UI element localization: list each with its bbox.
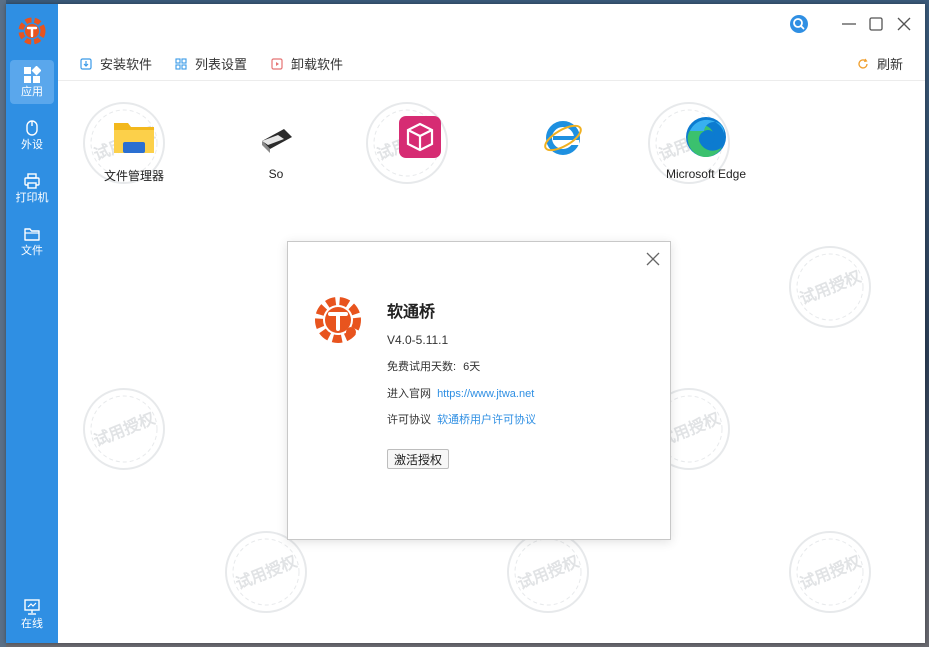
app-logo-icon xyxy=(18,17,46,45)
sidebar-item-label: 应用 xyxy=(21,86,43,98)
printer-icon xyxy=(24,173,40,189)
grid-icon xyxy=(175,57,187,70)
license-row: 许可协议 软通桥用户许可协议 xyxy=(387,411,536,427)
dialog-close-icon[interactable] xyxy=(646,252,660,266)
install-software-label: 安装软件 xyxy=(100,57,153,72)
website-row: 进入官网 https://www.jtwa.net xyxy=(387,385,534,401)
refresh-button[interactable]: 刷新 xyxy=(857,54,903,73)
app-label: So xyxy=(268,167,284,181)
website-label: 进入官网 xyxy=(387,388,431,400)
sidebar-item-printer[interactable]: 打印机 xyxy=(10,166,54,210)
maximize-icon[interactable] xyxy=(866,14,886,34)
package-icon xyxy=(399,116,441,158)
watermark-text: 试用授权 xyxy=(91,408,158,450)
sidebar-item-peripherals[interactable]: 外设 xyxy=(10,113,54,157)
install-software-button[interactable]: 安装软件 xyxy=(80,54,152,73)
license-label: 许可协议 xyxy=(387,414,431,426)
apps-icon xyxy=(24,66,41,83)
watermark-text: 试用授权 xyxy=(233,551,300,593)
watermark-text: 试用授权 xyxy=(515,551,582,593)
app-file-manager[interactable]: 文件管理器 xyxy=(79,115,189,184)
search-icon[interactable] xyxy=(789,14,809,34)
uninstall-icon xyxy=(271,57,283,70)
sidebar-item-label: 打印机 xyxy=(15,192,49,204)
file-manager-icon xyxy=(114,123,154,153)
about-dialog: 软通桥 V4.0-5.11.1 免费试用天数: 6天 进入官网 https://… xyxy=(287,241,671,540)
trial-watermark: 试用授权 xyxy=(789,531,871,613)
trial-watermark: 试用授权 xyxy=(83,388,165,470)
license-agreement-link[interactable]: 软通桥用户许可协议 xyxy=(437,414,536,426)
internet-explorer-icon xyxy=(544,121,582,155)
refresh-label: 刷新 xyxy=(877,57,904,72)
list-settings-label: 列表设置 xyxy=(195,57,248,72)
app-internet-explorer[interactable] xyxy=(508,115,618,167)
activate-license-button[interactable]: 激活授权 xyxy=(387,449,450,469)
sidebar-item-apps[interactable]: 应用 xyxy=(10,60,54,104)
trial-days-value: 6天 xyxy=(463,361,481,373)
app-grid: 试用授权 试用授权 试用授权 试用授权 试用授权 试用授权 文件管理器 So M… xyxy=(58,81,925,643)
website-link[interactable]: https://www.jtwa.net xyxy=(437,388,534,400)
watermark-text: 试用授权 xyxy=(797,551,864,593)
sidebar-item-label: 在线 xyxy=(21,618,43,630)
watermark-text: 试用授权 xyxy=(797,266,864,308)
dialog-title: 软通桥 xyxy=(387,304,436,321)
title-bar xyxy=(58,4,925,44)
app-package[interactable] xyxy=(365,115,475,167)
refresh-icon xyxy=(858,58,868,69)
app-window: 应用 外设 打印机 文件 在线 安装软件 列表设置 卸载软件 刷新 试用授权 试… xyxy=(6,4,925,643)
trial-days-label: 免费试用天数: xyxy=(387,361,457,373)
version-text: V4.0-5.11.1 xyxy=(387,333,449,347)
folder-icon xyxy=(24,228,40,241)
close-icon[interactable] xyxy=(894,14,914,34)
edge-icon xyxy=(686,117,726,157)
minimize-icon[interactable] xyxy=(839,14,859,34)
trial-days-row: 免费试用天数: 6天 xyxy=(387,358,480,374)
list-settings-button[interactable]: 列表设置 xyxy=(175,54,247,73)
app-scanner[interactable]: So xyxy=(221,115,331,181)
app-microsoft-edge[interactable]: Microsoft Edge xyxy=(651,115,761,181)
sidebar-item-label: 外设 xyxy=(21,139,43,151)
app-label: 文件管理器 xyxy=(103,169,164,183)
sidebar: 应用 外设 打印机 文件 在线 xyxy=(6,4,58,643)
product-logo-icon xyxy=(315,297,361,343)
uninstall-software-label: 卸载软件 xyxy=(291,57,344,72)
trial-watermark: 试用授权 xyxy=(789,246,871,328)
sidebar-item-online[interactable]: 在线 xyxy=(10,592,54,636)
sidebar-item-files[interactable]: 文件 xyxy=(10,219,54,263)
sidebar-item-label: 文件 xyxy=(21,245,43,257)
mouse-icon xyxy=(26,120,38,136)
install-icon xyxy=(80,57,92,70)
scanner-icon xyxy=(262,129,292,153)
monitor-icon xyxy=(24,599,40,615)
toolbar: 安装软件 列表设置 卸载软件 刷新 xyxy=(58,44,925,81)
app-label: Microsoft Edge xyxy=(665,167,747,181)
uninstall-software-button[interactable]: 卸载软件 xyxy=(271,54,343,73)
